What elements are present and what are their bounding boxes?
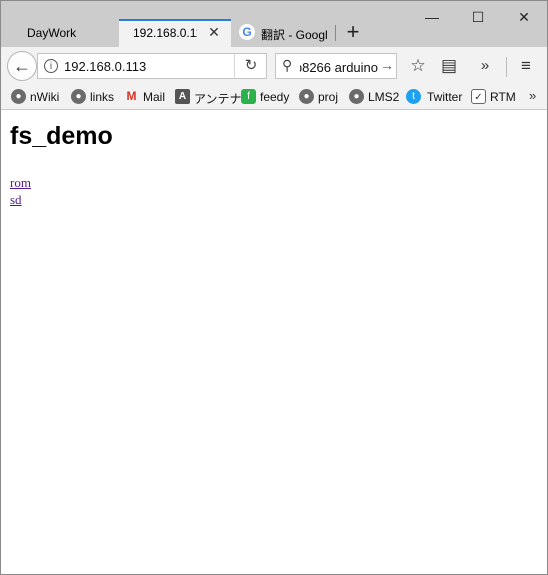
- bookmark-label: proj: [318, 90, 339, 104]
- page-content: fs_demo rom sd: [1, 110, 547, 574]
- link-sd[interactable]: sd: [10, 192, 22, 208]
- bookmark-label: nWiki: [30, 90, 60, 104]
- twitter-icon: t: [406, 89, 421, 104]
- reading-list-icon[interactable]: ▤: [438, 55, 460, 77]
- toolbar-separator: [506, 57, 507, 77]
- tab-separator: [335, 25, 336, 41]
- back-button[interactable]: ←: [7, 51, 37, 81]
- close-tab-icon[interactable]: ✕: [207, 25, 221, 39]
- bookmarks-overflow-icon[interactable]: »: [529, 88, 536, 103]
- bookmark-label: feedy: [260, 90, 290, 104]
- tab-strip: DayWork 192.168.0.113 ✕ G 翻訳 - Google + …: [1, 1, 547, 47]
- globe-icon: ●: [11, 89, 26, 104]
- bookmark-label: RTM: [490, 90, 516, 104]
- bookmarks-toolbar: ● nWiki ● links M Mail A アンテナ f feedy ● …: [1, 85, 547, 110]
- close-window-button[interactable]: ✕: [501, 1, 547, 33]
- gmail-icon: M: [126, 89, 137, 103]
- tab-daywork[interactable]: DayWork: [1, 19, 119, 47]
- tab-label: DayWork: [27, 26, 77, 40]
- browser-window: DayWork 192.168.0.113 ✕ G 翻訳 - Google + …: [0, 0, 548, 575]
- search-text[interactable]: esp8266 arduino: [300, 60, 378, 75]
- globe-icon: ●: [349, 89, 364, 104]
- bookmark-star-icon[interactable]: ☆: [407, 55, 429, 77]
- search-icon: ⚲: [282, 57, 293, 73]
- bookmark-label: Twitter: [427, 90, 463, 104]
- globe-icon: ●: [299, 89, 314, 104]
- bookmark-label: links: [90, 90, 115, 104]
- address-bar[interactable]: i 192.168.0.113 ↻: [37, 53, 267, 79]
- page-title: fs_demo: [10, 122, 113, 150]
- antenna-icon: A: [175, 89, 190, 104]
- menu-icon[interactable]: ≡: [515, 55, 537, 77]
- tab-google-translate[interactable]: G 翻訳 - Google: [231, 19, 335, 47]
- tab-active-page[interactable]: 192.168.0.113 ✕: [119, 19, 231, 47]
- maximize-button[interactable]: ☐: [455, 1, 501, 33]
- rtm-icon: ✓: [471, 89, 486, 104]
- new-tab-button[interactable]: +: [341, 21, 365, 45]
- search-input[interactable]: ⚲ esp8266 arduino →: [275, 53, 397, 79]
- minimize-button[interactable]: —: [409, 1, 455, 33]
- navigation-toolbar: ← i 192.168.0.113 ↻ ⚲ esp8266 arduino → …: [1, 47, 547, 85]
- search-go-arrow-icon[interactable]: →: [380, 57, 394, 73]
- bookmark-label: LMS2: [368, 90, 400, 104]
- bookmark-label: Mail: [143, 90, 166, 104]
- feedly-icon: f: [241, 89, 256, 104]
- url-text[interactable]: 192.168.0.113: [64, 59, 146, 74]
- link-rom[interactable]: rom: [10, 175, 31, 191]
- tab-label: 翻訳 - Google: [261, 28, 327, 42]
- toolbar-overflow-icon[interactable]: »: [474, 55, 496, 77]
- site-info-icon[interactable]: i: [44, 59, 58, 73]
- globe-icon: ●: [71, 89, 86, 104]
- google-icon: G: [239, 24, 255, 40]
- reload-button[interactable]: ↻: [234, 54, 267, 78]
- tab-label: 192.168.0.113: [133, 26, 197, 40]
- bookmark-label: アンテナ: [194, 92, 242, 106]
